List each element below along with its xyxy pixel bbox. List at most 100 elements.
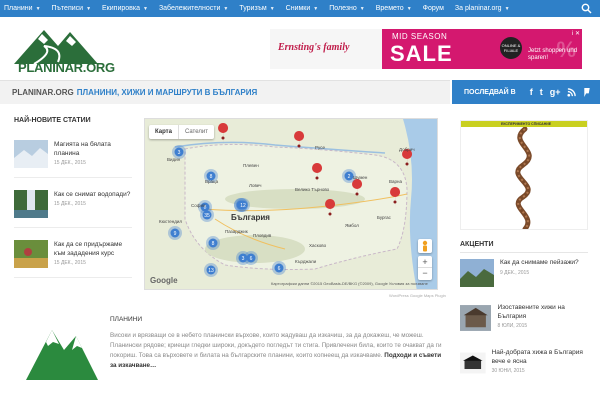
nav-item-label: Туризъм (239, 5, 267, 12)
nav-item-label: Форум (422, 5, 444, 12)
article-date: 15 ДЕК., 2015 (54, 160, 86, 166)
nav-item[interactable]: Екипировка ▼ (102, 5, 148, 12)
rss-icon[interactable] (567, 87, 577, 97)
nav-item[interactable]: Забележителности ▼ (159, 5, 228, 12)
map-credit[interactable]: Картографски данни ©2015 GeoBasis-DE/BKG… (271, 281, 428, 286)
article-title[interactable]: Магията на бялата планина (54, 140, 132, 158)
nav-item[interactable]: Планини ▼ (4, 5, 41, 12)
bulgaria-map[interactable]: 38284359861364123 Карта Сателит България… (144, 118, 438, 290)
accent-item[interactable]: Как да снимаме пейзажи? 9 ДЕК., 2015 (460, 259, 588, 295)
nav-item[interactable]: Времето ▼ (376, 5, 412, 12)
ad-brand: Ernsting's family (278, 42, 350, 53)
nav-item[interactable]: Полезно ▼ (329, 5, 365, 12)
nav-item[interactable]: Туризъм ▼ (239, 5, 274, 12)
map-tab-satellite[interactable]: Сателит (177, 125, 214, 139)
caret-down-icon: ▼ (313, 5, 319, 12)
mountains-icon (26, 330, 98, 380)
article-item[interactable]: Как се снимат водопади? 15 ДЕК., 2015 (14, 186, 132, 228)
ad-strip-text: ЕКСПЕРИМЕНТО СПИСАНИЕ (501, 122, 552, 126)
map-marker[interactable] (218, 123, 229, 145)
map-cluster[interactable]: 3 (236, 251, 250, 265)
zoom-in-button[interactable]: + (418, 256, 432, 268)
nav-item[interactable]: Форум (423, 5, 444, 12)
map-city: Бургас (377, 215, 391, 220)
accent-title[interactable]: Как да снимаме пейзажи? (500, 259, 579, 268)
map-city: Ловеч (249, 183, 262, 188)
map-cluster[interactable]: 8 (206, 236, 220, 250)
street-view-pegman-icon[interactable] (418, 239, 432, 253)
accent-thumbnail[interactable] (460, 259, 494, 287)
map-cluster-count: 3 (242, 256, 245, 262)
site-name: PLANINAR.ORG (12, 88, 74, 97)
nav-item[interactable]: Снимки ▼ (286, 5, 319, 12)
ad-banner[interactable]: Ernsting's family MID SEASON SALE ONLINE… (270, 29, 582, 69)
nav-item-label: Планини (4, 5, 33, 12)
article-thumbnail[interactable] (14, 190, 48, 218)
article-thumbnail[interactable] (14, 240, 48, 268)
site-tagline: ПЛАНИНИ, ХИЖИ И МАРШРУТИ В БЪЛГАРИЯ (76, 88, 258, 97)
map-city: Пазарджик (225, 229, 248, 234)
map-city: Пловдив (253, 233, 272, 238)
map-marker[interactable] (402, 149, 413, 171)
map-cluster-count: 9 (174, 231, 177, 237)
map-plugin-note[interactable]: WordPress Google Maps Plugin (389, 293, 446, 298)
accent-item[interactable]: Най-добрата хижа в България вече е ясна … (460, 349, 588, 385)
google-plus-icon[interactable]: g+ (550, 87, 561, 97)
ad-cta: Jetzt shoppen und sparen! (528, 48, 578, 61)
article-date: 15 ДЕК., 2015 (54, 260, 86, 266)
logo-text[interactable]: PLANINAR.ORG (18, 60, 115, 75)
map-cluster[interactable]: 9 (168, 226, 182, 240)
nav-item[interactable]: Пътеписи ▼ (52, 5, 92, 12)
article-thumbnail[interactable] (14, 140, 48, 168)
nav-item-label: За planinar.org (454, 5, 502, 12)
accent-title[interactable]: Най-добрата хижа в България вече е ясна (492, 349, 588, 366)
zoom-out-button[interactable]: − (418, 268, 432, 280)
accent-date: 30 ЮНИ, 2015 (491, 368, 525, 374)
caret-down-icon: ▼ (359, 5, 365, 12)
map-city: Русе (315, 145, 325, 150)
mountains-description: Високи и врязващи се в небето планински … (110, 331, 444, 371)
article-date: 15 ДЕК., 2015 (54, 201, 86, 207)
map-city: Велико Търново (295, 187, 330, 192)
map-type-tabs: Карта Сателит (149, 125, 214, 139)
accent-title[interactable]: Изоставените хижи на България (497, 304, 588, 321)
accents-divider (460, 252, 588, 253)
map-cluster[interactable]: 35 (200, 208, 214, 222)
map-canvas[interactable]: 38284359861364123 (145, 119, 438, 290)
ad-left-panel: Ernsting's family (270, 29, 382, 69)
accents-heading: АКЦЕНТИ (460, 241, 494, 248)
mountains-heading: ПЛАНИНИ (110, 316, 143, 323)
ad-info-icon[interactable]: i ✕ (572, 30, 580, 37)
search-icon[interactable] (581, 3, 592, 14)
map-tab-map[interactable]: Карта (149, 125, 178, 139)
accent-date: 9 ДЕК., 2015 (500, 269, 530, 276)
foursquare-icon[interactable] (583, 87, 591, 97)
accent-thumbnail[interactable] (460, 349, 486, 377)
map-cluster-count: 8 (212, 241, 215, 247)
article-title[interactable]: Как да се придържаме към зададения курс (54, 240, 132, 258)
map-city: Видин (167, 157, 181, 162)
map-cluster[interactable]: 13 (204, 263, 218, 277)
sidebar-ad[interactable]: ЕКСПЕРИМЕНТО СПИСАНИЕ (460, 120, 588, 230)
map-cluster[interactable]: 6 (272, 261, 286, 275)
nav-item-label: Пътеписи (51, 5, 84, 12)
caret-down-icon: ▼ (35, 5, 41, 12)
map-cluster[interactable]: 12 (236, 198, 250, 212)
facebook-icon[interactable]: f (530, 87, 533, 97)
accent-thumbnail[interactable] (460, 304, 492, 332)
map-city: Кърджали (295, 259, 317, 264)
ad-badge: ONLINE & FILIALE (500, 37, 522, 59)
map-city: Хасково (309, 243, 327, 248)
accent-item[interactable]: Изоставените хижи на България 8 ЮЛИ, 201… (460, 304, 588, 340)
article-item[interactable]: Магията на бялата планина 15 ДЕК., 2015 (14, 136, 132, 178)
map-cluster-count: 12 (240, 203, 246, 209)
zoom-control: + − (418, 256, 432, 280)
nav-item-label: Забележителности (158, 5, 221, 12)
twitter-icon[interactable]: t (540, 87, 543, 97)
caret-down-icon: ▼ (142, 5, 148, 12)
ad-mid-season: MID SEASON (392, 32, 448, 41)
article-item[interactable]: Как да се придържаме към зададения курс … (14, 236, 132, 278)
nav-item[interactable]: За planinar.org ▼ (455, 5, 510, 12)
article-title[interactable]: Как се снимат водопади? (54, 190, 132, 199)
nav-item-label: Екипировка (102, 5, 140, 12)
